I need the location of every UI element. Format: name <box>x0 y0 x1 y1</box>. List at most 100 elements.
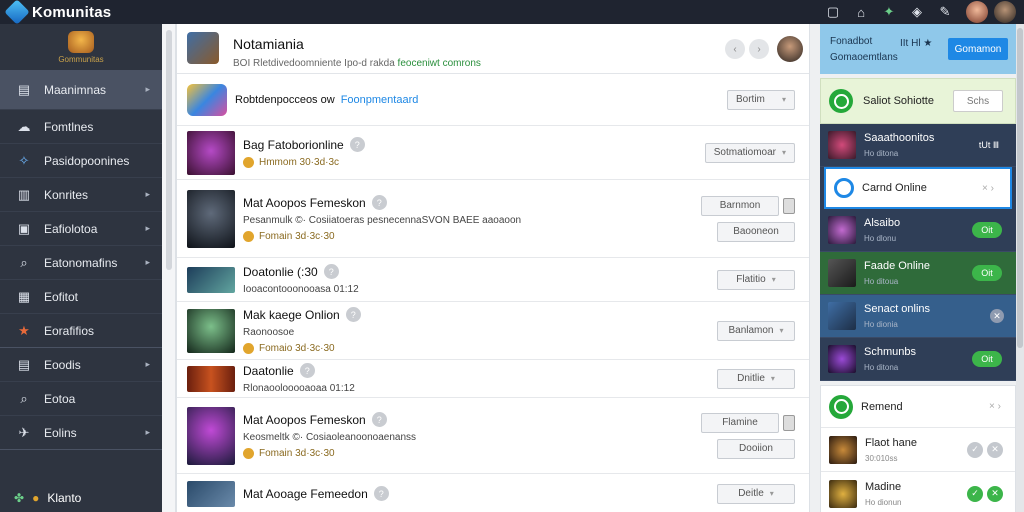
game-thumbnail[interactable] <box>187 480 235 507</box>
online-item-badge[interactable]: Oit <box>972 265 1002 281</box>
row-action-button[interactable]: Barnmon <box>701 195 779 216</box>
filter-label-highlight[interactable]: Foonpmentaard <box>341 94 419 106</box>
close-icon[interactable]: × › <box>989 401 1001 412</box>
page-scroll-thumb[interactable] <box>1017 28 1023 348</box>
decline-icon[interactable]: ✕ <box>987 441 1003 458</box>
recent-item-name: Remend <box>861 400 903 413</box>
sidebar-item-2[interactable]: ✧ Pasidopoonines <box>0 144 162 178</box>
chat-icon[interactable]: ▢ <box>824 3 842 21</box>
row-description: Rlonaoolooooaoaa 01:12 <box>243 383 355 394</box>
help-icon[interactable]: ? <box>371 195 387 210</box>
feed-row[interactable]: Mat Aooage Femeedon? Deitle ▾ <box>177 474 809 512</box>
help-icon[interactable]: ? <box>373 486 389 501</box>
row-action-button[interactable]: Flatitio ▾ <box>717 269 795 290</box>
online-search-button[interactable]: Schs <box>953 90 1003 112</box>
shield-icon[interactable]: ◈ <box>908 3 926 21</box>
game-thumbnail[interactable] <box>187 189 235 248</box>
row-action-button[interactable]: Banlamon ▾ <box>717 320 795 341</box>
row-title-text[interactable]: Mat Aoopos Femeskon <box>243 196 366 210</box>
recent-item[interactable]: Flaot hane 30:010ss ✓ ✕ <box>821 428 1015 472</box>
row-title-text[interactable]: Daatonlie <box>243 364 294 378</box>
help-icon[interactable]: ? <box>323 264 339 279</box>
row-action-button[interactable]: Flamine <box>701 412 779 433</box>
sidebar-scroll-thumb[interactable] <box>166 30 172 270</box>
sidebar-item-3[interactable]: ▥ Konrites ▸ <box>0 178 162 212</box>
prev-button[interactable]: ‹ <box>725 39 745 59</box>
feed-row[interactable]: Doatonlie (:30? Iooacontooonooasa 01:12 Fl… <box>177 258 809 302</box>
row-action-button[interactable]: Dooiion <box>717 438 795 459</box>
row-title-text[interactable]: Bag Fatoborionline <box>243 138 344 152</box>
help-icon[interactable]: ? <box>299 363 315 378</box>
sidebar-item-6[interactable]: ▦ Eofitot <box>0 280 162 314</box>
user-avatar-secondary[interactable] <box>994 1 1016 23</box>
recent-item[interactable]: Madine Ho dionun ✓ ✕ <box>821 472 1015 512</box>
community-join-button[interactable]: Gomamon <box>948 38 1008 60</box>
game-thumbnail[interactable] <box>187 365 235 392</box>
bookmark-icon[interactable]: ⌂ <box>852 3 870 21</box>
game-thumbnail[interactable] <box>187 308 235 353</box>
puzzle-icon[interactable]: ✦ <box>880 3 898 21</box>
feed-row[interactable]: Mak kaege Onlion? Raonoosoe Fomaio 3d·3c·3… <box>177 302 809 360</box>
online-item-badge[interactable]: Oit <box>972 351 1002 367</box>
lock-icon[interactable] <box>783 197 795 214</box>
sidebar-item-10[interactable]: ✈ Eolins ▸ <box>0 416 162 450</box>
sidebar-item-0[interactable]: ▤ Maanimnas ▸ <box>0 70 162 110</box>
help-icon[interactable]: ? <box>349 137 365 152</box>
close-icon[interactable]: × › <box>982 183 994 194</box>
feed-row[interactable]: Mat Aoopos Femeskon? Keosmeltk ©· Cosiaol… <box>177 398 809 474</box>
next-button[interactable]: › <box>749 39 769 59</box>
online-item-name: Carnd Online <box>862 182 927 194</box>
app-logo[interactable]: Komunitas <box>0 0 111 25</box>
accept-icon[interactable]: ✓ <box>967 485 983 502</box>
row-action-button[interactable]: Sotmatiomoar ▾ <box>704 142 795 163</box>
row-title-text[interactable]: Mak kaege Onlion <box>243 308 340 322</box>
chevron-right-icon: ▸ <box>145 189 150 199</box>
sidebar-item-5[interactable]: ⌕ Eatonomafins ▸ <box>0 246 162 280</box>
online-item[interactable]: Alsaibo Ho dlonu Oit <box>820 209 1016 252</box>
user-avatar[interactable] <box>966 1 988 23</box>
sidebar-footer[interactable]: ✤ ● Klanto <box>0 484 162 512</box>
header-avatar[interactable] <box>777 36 803 62</box>
row-title-text[interactable]: Mat Aooage Femeedon <box>243 487 368 501</box>
sidebar-item-label: Eatonomafins <box>44 255 118 270</box>
help-icon[interactable]: ? <box>345 307 361 322</box>
online-item-badge[interactable]: Oit <box>972 222 1002 238</box>
page-subtitle-highlight[interactable]: feoceniwt comrons <box>398 58 481 69</box>
row-action-button[interactable]: Dnitlie ▾ <box>717 368 795 389</box>
online-item-badge[interactable]: tUt Ⅲ <box>974 138 1004 152</box>
online-item[interactable]: Schmunbs Ho ditona Oit <box>820 338 1016 381</box>
edit-icon[interactable]: ✎ <box>936 3 954 21</box>
row-title-text[interactable]: Mat Aoopos Femeskon <box>243 413 366 427</box>
online-item[interactable]: Carnd Online × › <box>824 167 1012 209</box>
feed-row[interactable]: Bag Fatoborionline? Hmmom 30·3d·3c Sotmati… <box>177 126 809 180</box>
sidebar-item-8[interactable]: ▤ Eoodis ▸ <box>0 348 162 382</box>
help-icon[interactable]: ? <box>371 412 387 427</box>
lock-icon[interactable] <box>783 414 795 431</box>
feed-row[interactable]: Daatonlie? Rlonaoolooooaoaa 01:12 Dnitlie ▾ <box>177 360 809 398</box>
row-title-text[interactable]: Doatonlie (:30 <box>243 265 318 279</box>
game-thumbnail[interactable] <box>187 406 235 465</box>
sidebar-item-4[interactable]: ▣ Eafiolotoa ▸ <box>0 212 162 246</box>
row-action-button[interactable]: Baooneon <box>717 221 795 242</box>
game-thumbnail[interactable] <box>187 130 235 175</box>
recent-item[interactable]: Remend × › <box>821 386 1015 428</box>
accept-icon[interactable]: ✓ <box>967 441 983 458</box>
sidebar-item-1[interactable]: ☁ Fomtlnes <box>0 110 162 144</box>
chevron-down-icon: ▾ <box>770 374 775 383</box>
sidebar-scrollbar[interactable] <box>162 24 176 512</box>
chevron-right-icon: ▸ <box>145 257 150 267</box>
sidebar-item-7[interactable]: ★ Eorafifios <box>0 314 162 348</box>
row-action-button[interactable]: Deitle ▾ <box>717 483 795 504</box>
online-item[interactable]: Saaathoonitos Ho ditona tUt Ⅲ <box>820 124 1016 167</box>
row-description: Raonoosoe <box>243 327 295 338</box>
online-item[interactable]: Faade Online Ho ditoua Oit <box>820 252 1016 295</box>
sidebar-item-9[interactable]: ⌕ Eotoa <box>0 382 162 416</box>
game-thumbnail[interactable] <box>187 266 235 293</box>
sidebar-logo[interactable]: Gommunitas <box>0 24 162 70</box>
dismiss-icon[interactable]: ✕ <box>990 309 1004 323</box>
online-item[interactable]: Senact onlins Ho dionia ✕ <box>820 295 1016 338</box>
feed-row[interactable]: Mat Aoopos Femeskon? Pesanmulk ©· Cosiiat… <box>177 180 809 258</box>
decline-icon[interactable]: ✕ <box>987 485 1003 502</box>
filter-dropdown[interactable]: Bortim ▾ <box>727 89 795 110</box>
page-scrollbar[interactable] <box>1016 24 1024 512</box>
